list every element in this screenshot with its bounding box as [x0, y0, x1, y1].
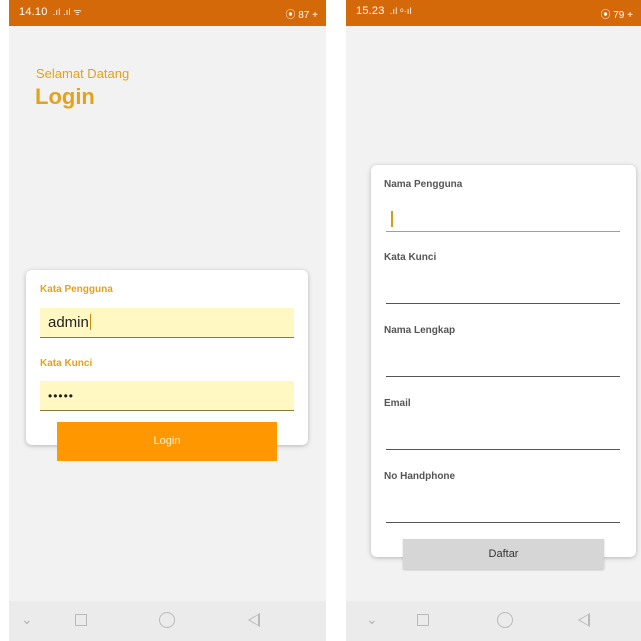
signal-icon: .ıl .ıl ᯤ	[52, 7, 82, 17]
email-input[interactable]	[386, 421, 620, 449]
page-title: Login	[35, 84, 95, 109]
fullname-label: Nama Lengkap	[384, 325, 456, 336]
login-screen: 14.10 .ıl .ıl ᯤ ⦿ 87 + Selamat Datang Lo…	[9, 0, 326, 641]
text-caret	[89, 314, 91, 330]
text-caret	[391, 211, 393, 227]
register-card: Nama Pengguna Kata Kunci Nama Lengkap Em…	[371, 165, 636, 557]
phone-input[interactable]	[386, 494, 620, 522]
recent-apps-icon[interactable]	[75, 614, 87, 626]
password-input[interactable]	[386, 275, 620, 303]
phone-underline	[386, 522, 620, 523]
home-icon[interactable]	[497, 612, 513, 628]
username-underline	[386, 231, 620, 232]
greeting-text: Selamat Datang	[36, 66, 130, 81]
register-button[interactable]: Daftar	[403, 539, 604, 569]
password-value: •••••	[48, 389, 75, 403]
status-bar: 14.10 .ıl .ıl ᯤ ⦿ 87 +	[9, 0, 326, 26]
phone-label: No Handphone	[384, 471, 456, 482]
username-value: admin	[48, 314, 91, 331]
login-card: Kata Pengguna admin Kata Kunci •••••	[26, 270, 308, 445]
register-screen: 15.23 .ıl ᵒ·ıl ⦿ 79 + Nama Pengguna Kata…	[346, 0, 641, 641]
username-label: Kata Pengguna	[40, 284, 113, 295]
fullname-input[interactable]	[386, 348, 620, 376]
recent-apps-icon[interactable]	[417, 614, 429, 626]
email-label: Email	[384, 398, 411, 409]
chevron-down-icon[interactable]: ⌄	[366, 611, 378, 627]
email-underline	[386, 449, 620, 450]
signal-icon: .ıl ᵒ·ıl	[389, 6, 412, 16]
status-time: 15.23 .ıl ᵒ·ıl	[356, 5, 412, 17]
back-icon[interactable]	[578, 613, 590, 627]
navigation-bar: ⌄	[346, 601, 641, 641]
fullname-underline	[386, 376, 620, 377]
password-input[interactable]: •••••	[40, 381, 294, 411]
username-label: Nama Pengguna	[384, 179, 463, 190]
login-button[interactable]: Login	[57, 422, 277, 461]
password-underline	[386, 303, 620, 304]
home-icon[interactable]	[159, 612, 175, 628]
password-label: Kata Kunci	[384, 252, 437, 263]
username-input[interactable]: admin	[40, 308, 294, 338]
status-time: 14.10 .ıl .ıl ᯤ	[19, 6, 82, 18]
username-input[interactable]	[386, 203, 620, 231]
status-bar: 15.23 .ıl ᵒ·ıl ⦿ 79 +	[346, 0, 641, 26]
chevron-down-icon[interactable]: ⌄	[21, 611, 33, 627]
battery-icon: ⦿ 87 +	[285, 10, 318, 21]
navigation-bar: ⌄	[9, 601, 326, 641]
battery-icon: ⦿ 79 +	[600, 10, 633, 21]
password-label: Kata Kunci	[40, 358, 93, 369]
back-icon[interactable]	[248, 613, 260, 627]
